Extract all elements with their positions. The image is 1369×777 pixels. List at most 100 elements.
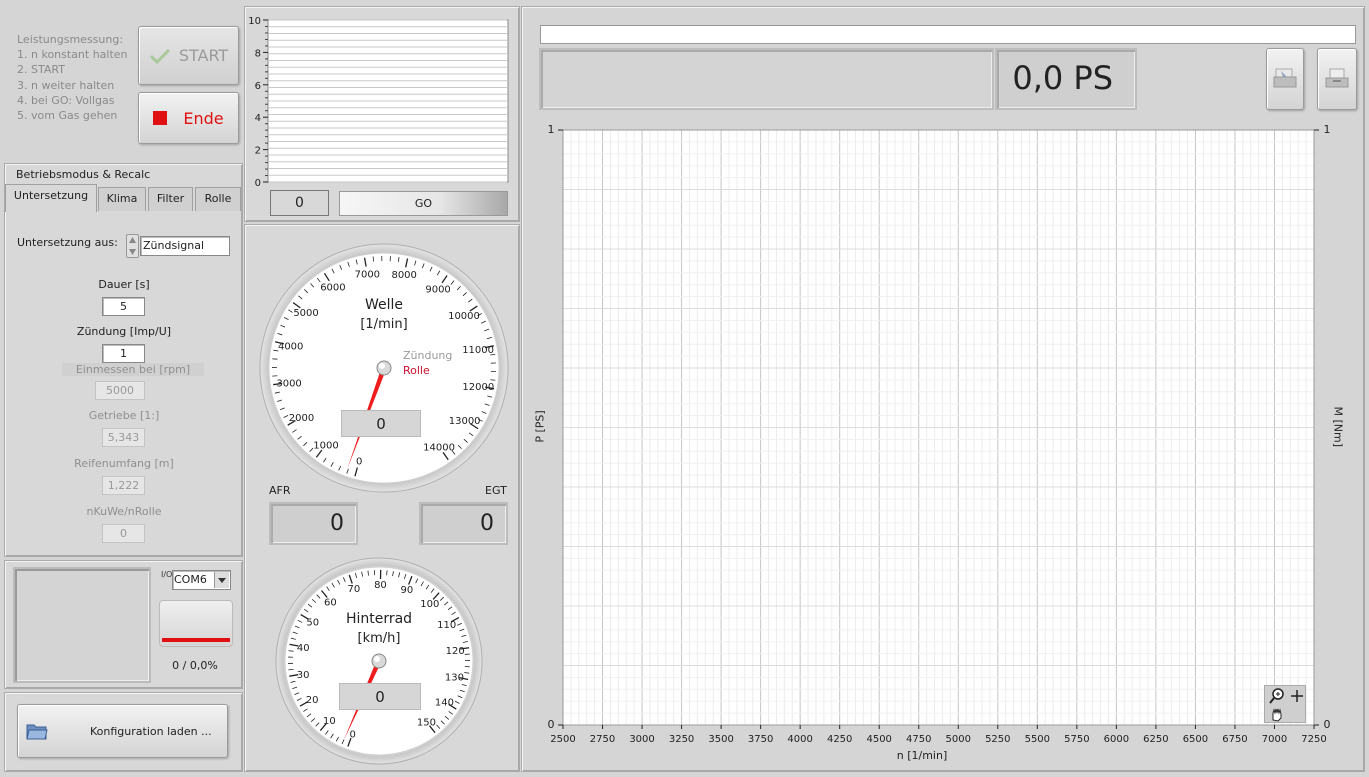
- x-tick-label: 4250: [827, 734, 852, 745]
- status-display: [13, 567, 151, 683]
- afr-value: 0: [269, 502, 358, 545]
- gauge-tick-label: 0: [349, 729, 355, 740]
- gauge-tick-label: 120: [446, 646, 465, 657]
- x-tick-label: 5000: [946, 734, 971, 745]
- gauge-tick-label: 7000: [355, 269, 380, 280]
- mini-chart: 10 8 6 4 2 0: [248, 16, 509, 189]
- x-tick-label: 4500: [866, 734, 891, 745]
- gauge-tick-label: 50: [306, 618, 319, 629]
- instruction-step: 5. vom Gas gehen: [17, 109, 118, 123]
- print-icon: [1273, 68, 1297, 88]
- x-tick-label: 6750: [1222, 734, 1247, 745]
- afr-label: AFR: [269, 484, 291, 497]
- tab-untersetzung[interactable]: Untersetzung: [5, 184, 97, 212]
- go-indicator: GO: [339, 191, 508, 216]
- tab-filter[interactable]: Filter: [148, 187, 193, 211]
- save-icon: [1325, 68, 1349, 88]
- instruction-step: 4. bei GO: Vollgas: [17, 93, 115, 107]
- ende-button-label: Ende: [183, 108, 224, 128]
- print-button[interactable]: [1266, 48, 1304, 110]
- save-button[interactable]: [1317, 48, 1357, 110]
- ende-button[interactable]: Ende: [138, 92, 239, 144]
- mini-chart-tick-label: 8: [255, 48, 261, 59]
- progress-bar: [159, 600, 233, 647]
- reifenumfang-label: Reifenumfang [m]: [74, 457, 174, 470]
- y-right-top: 1: [1323, 123, 1331, 136]
- x-tick-label: 2500: [550, 734, 575, 745]
- gauge-tick-label: 8000: [391, 270, 416, 281]
- gauge-tick-label: 20: [306, 695, 319, 706]
- dauer-label: Dauer [s]: [98, 278, 150, 291]
- go-label: GO: [414, 197, 433, 210]
- einmessen-input: 5000: [95, 381, 145, 400]
- gauge-tick-label: 130: [445, 673, 464, 684]
- gauge-tick-label: 90: [400, 585, 413, 596]
- x-tick-label: 5250: [985, 734, 1010, 745]
- x-tick-label: 6500: [1183, 734, 1208, 745]
- gauge-tick-label: 12000: [462, 382, 494, 393]
- gauge-tick-label: 60: [324, 597, 337, 608]
- x-tick-label: 5500: [1025, 734, 1050, 745]
- stop-icon: [153, 111, 168, 125]
- x-tick-label: 3250: [669, 734, 694, 745]
- gauge-tick-label: 13000: [449, 416, 481, 427]
- up-down-arrows-icon: [129, 237, 136, 255]
- getriebe-input: 5,343: [102, 428, 145, 447]
- x-tick-label: 3000: [629, 734, 654, 745]
- y-right-bottom: 0: [1323, 718, 1331, 731]
- power-display: 0,0 PS: [995, 48, 1137, 110]
- egt-value: 0: [419, 502, 508, 545]
- untersetzung-ring-control[interactable]: [126, 234, 139, 258]
- gauge-tick-label: 100: [420, 599, 439, 610]
- nkuwe-input: 0: [102, 524, 145, 543]
- gauge-tick-label: 150: [417, 718, 436, 729]
- tab-rolle[interactable]: Rolle: [195, 187, 241, 211]
- power-value: 0,0 PS: [1012, 59, 1113, 97]
- crosshair-icon[interactable]: [1289, 688, 1305, 704]
- hinterrad-title: Hinterrad: [345, 611, 413, 627]
- zuendung-label: Zündung [Imp/U]: [76, 325, 172, 338]
- mini-chart-tick-label: 2: [255, 146, 261, 157]
- egt-label: EGT: [485, 484, 507, 497]
- hinterrad-value: 0: [339, 683, 421, 710]
- message-display: [539, 48, 994, 110]
- gauge-tick-label: 80: [374, 580, 387, 591]
- welle-unit: [1/min]: [360, 317, 408, 332]
- welle-legend-rolle: Rolle: [403, 364, 430, 377]
- checkmark-icon: [149, 48, 170, 64]
- gauge-tick-label: 110: [437, 620, 456, 631]
- welle-gauge: 01000200030004000500060007000 80009000100…: [259, 243, 509, 493]
- gauge-tick-label: 10: [323, 716, 336, 727]
- mini-chart-tick-label: 0: [255, 178, 261, 189]
- untersetzung-select[interactable]: Zündsignal: [140, 236, 230, 256]
- einmessen-label: Einmessen bei [rpm]: [62, 363, 204, 376]
- start-button[interactable]: START: [138, 26, 239, 85]
- gauge-tick-label: 0: [356, 457, 362, 468]
- x-tick-label: 2750: [590, 734, 615, 745]
- x-tick-label: 6250: [1143, 734, 1168, 745]
- zoom-icon[interactable]: [1269, 688, 1285, 704]
- welle-value: 0: [341, 410, 421, 437]
- hinterrad-unit: [km/h]: [357, 631, 401, 646]
- zuendung-input[interactable]: 1: [102, 344, 145, 363]
- gauge-tick-label: 6000: [320, 283, 345, 294]
- y-left-bottom: 0: [547, 718, 555, 731]
- pan-hand-icon[interactable]: [1269, 706, 1285, 722]
- dropdown-arrow-icon[interactable]: [214, 572, 229, 588]
- gauge-tick-label: 2000: [289, 413, 314, 424]
- start-button-label: START: [178, 46, 229, 65]
- x-tick-label: 3750: [748, 734, 773, 745]
- gauge-tick-label: 14000: [423, 443, 455, 454]
- tab-panel-title: Betriebsmodus & Recalc: [16, 168, 151, 181]
- y-left-top: 1: [547, 123, 555, 136]
- tab-klima[interactable]: Klima: [98, 187, 146, 211]
- x-axis-label: n [1/min]: [896, 749, 948, 762]
- graph-palette: [1264, 685, 1306, 723]
- y-axis-label-right: M [Nm]: [1331, 406, 1345, 448]
- dauer-input[interactable]: 5: [102, 297, 145, 316]
- title-bar-field: [540, 25, 1356, 44]
- com-port-select[interactable]: COM6: [172, 570, 231, 590]
- nkuwe-label: nKuWe/nRolle: [86, 505, 162, 518]
- untersetzung-label: Untersetzung aus:: [17, 236, 118, 249]
- config-load-button[interactable]: Konfiguration laden ...: [17, 704, 228, 758]
